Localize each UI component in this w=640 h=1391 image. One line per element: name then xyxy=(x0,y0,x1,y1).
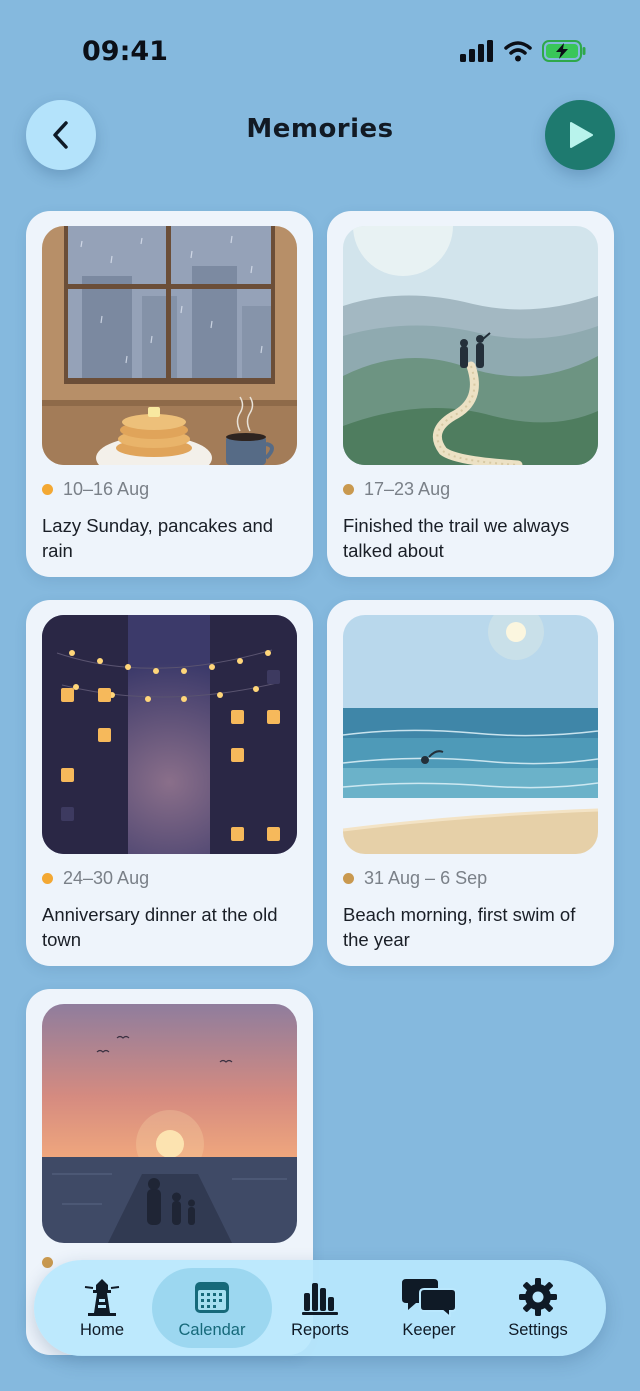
tab-keeper[interactable]: Keeper xyxy=(373,1268,485,1348)
memory-card[interactable]: 31 Aug – 6 Sep Beach morning, first swim… xyxy=(327,600,614,966)
memory-image-sunset-pier xyxy=(42,1004,297,1243)
tab-label: Keeper xyxy=(402,1320,456,1339)
play-icon xyxy=(570,122,593,148)
bar-chart-icon xyxy=(302,1282,338,1315)
status-bar: 09:41 xyxy=(0,0,640,100)
calendar-icon xyxy=(195,1281,229,1313)
memory-caption: Lazy Sunday, pancakes and rain xyxy=(42,515,274,561)
memory-date: 10–16 Aug xyxy=(63,479,150,499)
status-dot xyxy=(343,484,354,495)
gear-icon xyxy=(519,1277,557,1316)
status-dot xyxy=(42,873,53,884)
memory-date: 17–23 Aug xyxy=(364,479,451,499)
memory-meta: 31 Aug – 6 Sep xyxy=(343,868,487,889)
memory-image-rainy-window xyxy=(42,226,297,465)
status-dot xyxy=(42,484,53,495)
memory-image-hills-trail xyxy=(343,226,598,465)
memory-image-night-street xyxy=(42,615,297,854)
tab-label: Reports xyxy=(291,1320,349,1339)
tab-reports[interactable]: Reports xyxy=(264,1268,376,1348)
play-button[interactable] xyxy=(545,100,615,170)
page-title: Memories xyxy=(246,114,394,144)
memory-caption: Beach morning, first swim of the year xyxy=(343,904,576,950)
memory-meta: 10–16 Aug xyxy=(42,479,149,500)
memory-card[interactable]: 10–16 Aug Lazy Sunday, pancakes and rain xyxy=(26,211,313,577)
memory-caption: Anniversary dinner at the old town xyxy=(42,904,278,950)
signal-icon xyxy=(460,40,493,62)
tab-home[interactable]: Home xyxy=(46,1268,158,1348)
memory-date: 31 Aug – 6 Sep xyxy=(364,868,488,888)
memory-date: 24–30 Aug xyxy=(63,868,150,888)
tab-settings[interactable]: Settings xyxy=(482,1268,594,1348)
status-dot xyxy=(343,873,354,884)
wifi-icon xyxy=(504,41,532,62)
battery-charging-icon xyxy=(542,40,586,62)
tab-bar: Home Calendar Reports Keeper Settings xyxy=(34,1260,606,1356)
memory-image-beach-swim xyxy=(343,615,598,854)
tab-label: Settings xyxy=(508,1320,568,1339)
tab-calendar[interactable]: Calendar xyxy=(152,1268,272,1348)
memory-card[interactable]: 24–30 Aug Anniversary dinner at the old … xyxy=(26,600,313,966)
status-time: 09:41 xyxy=(82,36,168,67)
memory-meta: 17–23 Aug xyxy=(343,479,450,500)
memory-meta: 24–30 Aug xyxy=(42,868,149,889)
status-dot xyxy=(42,1257,53,1268)
tab-label: Calendar xyxy=(178,1320,246,1339)
status-icons xyxy=(460,40,586,62)
memory-caption: Finished the trail we always talked abou… xyxy=(343,515,570,561)
tab-label: Home xyxy=(79,1320,124,1339)
memory-card[interactable]: 17–23 Aug Finished the trail we always t… xyxy=(327,211,614,577)
chat-bubbles-icon xyxy=(402,1278,456,1317)
lighthouse-icon xyxy=(84,1278,120,1316)
